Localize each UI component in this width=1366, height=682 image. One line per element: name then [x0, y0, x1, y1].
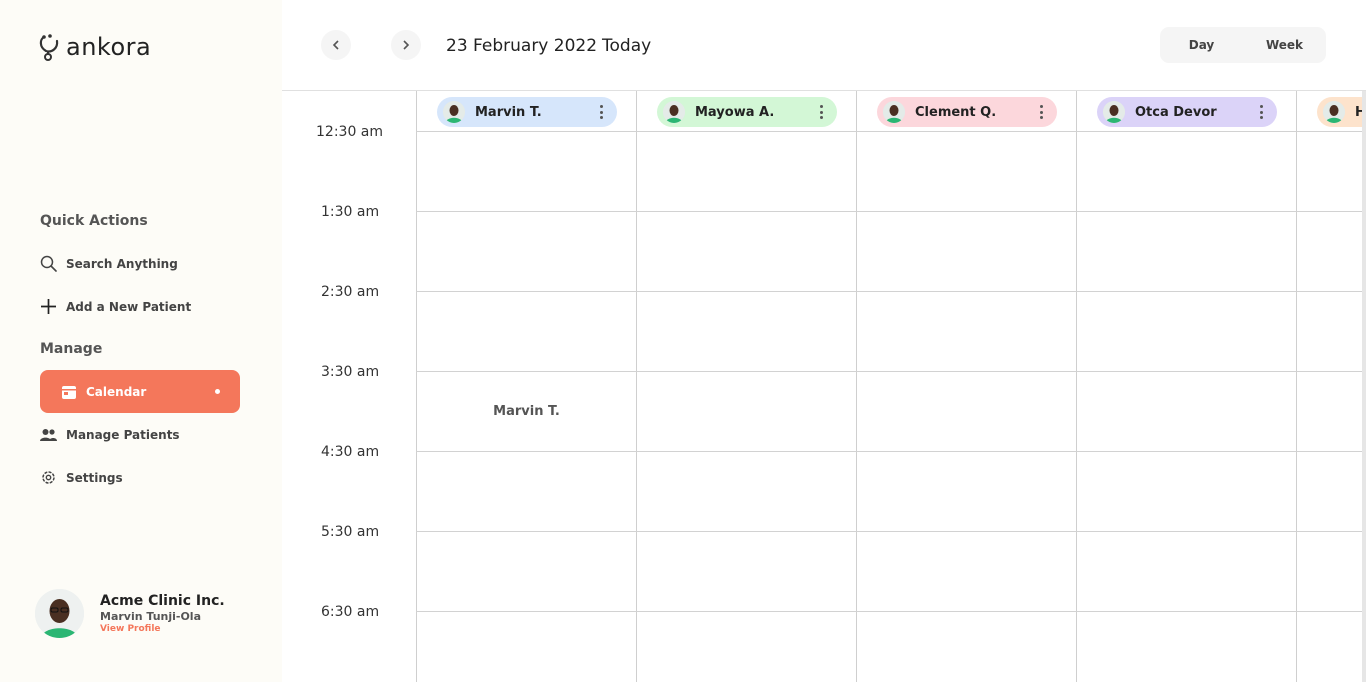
- avatar: [1103, 101, 1125, 123]
- vertical-scrollbar[interactable]: [1362, 91, 1366, 682]
- search-anything-action[interactable]: Search Anything: [40, 242, 240, 285]
- chevron-right-icon: [403, 40, 410, 50]
- more-options-icon[interactable]: [600, 105, 603, 119]
- week-view-button[interactable]: Week: [1243, 38, 1326, 52]
- active-indicator-dot: [215, 389, 220, 394]
- quick-actions-title: Quick Actions: [40, 213, 148, 229]
- sidebar-item-settings-label: Settings: [66, 470, 123, 485]
- clinic-name: Acme Clinic Inc.: [100, 593, 225, 609]
- sidebar-item-manage-patients[interactable]: Manage Patients: [40, 413, 240, 456]
- logo-text: ankora: [66, 33, 152, 61]
- doctor-column-header[interactable]: Otca Devor: [1097, 97, 1277, 127]
- plus-icon: [40, 298, 57, 315]
- appointment-event[interactable]: Marvin T.: [417, 371, 636, 451]
- time-label: 4:30 am: [321, 444, 380, 460]
- doctor-name: Marvin T.: [475, 104, 542, 120]
- time-label: 6:30 am: [321, 604, 380, 620]
- row-divider: [416, 451, 1366, 452]
- sidebar-item-manage-patients-label: Manage Patients: [66, 427, 180, 442]
- row-divider: [416, 611, 1366, 612]
- time-label: 3:30 am: [321, 364, 380, 380]
- user-name: Marvin Tunji-Ola: [100, 610, 202, 623]
- avatar: [1323, 101, 1345, 123]
- calendar-grid: 12:30 am 1:30 am 2:30 am 3:30 am 4:30 am…: [282, 90, 1366, 682]
- sidebar-item-calendar[interactable]: Calendar: [40, 370, 240, 413]
- more-options-icon[interactable]: [820, 105, 823, 119]
- calendar-icon: [60, 383, 77, 400]
- add-new-patient-action[interactable]: Add a New Patient: [40, 285, 240, 328]
- doctor-name: Clement Q.: [915, 104, 997, 120]
- manage-title: Manage: [40, 341, 103, 357]
- time-label: 5:30 am: [321, 524, 380, 540]
- logo[interactable]: ankora: [38, 33, 151, 61]
- time-label: 1:30 am: [321, 204, 380, 220]
- view-toggle: Day Week: [1160, 27, 1326, 63]
- doctor-column-header[interactable]: Marvin T.: [437, 97, 617, 127]
- doctor-name: Otca Devor: [1135, 104, 1217, 120]
- sidebar-item-settings[interactable]: Settings: [40, 456, 240, 499]
- header-divider: [416, 131, 1366, 132]
- day-view-button[interactable]: Day: [1160, 38, 1243, 52]
- sidebar-item-calendar-label: Calendar: [86, 384, 147, 399]
- avatar: [883, 101, 905, 123]
- users-icon: [40, 426, 57, 443]
- more-options-icon[interactable]: [1260, 105, 1263, 119]
- avatar: [663, 101, 685, 123]
- doctor-column-header[interactable]: Mayowa A.: [657, 97, 837, 127]
- doctor-column-header[interactable]: Clement Q.: [877, 97, 1057, 127]
- gear-icon: [40, 469, 57, 486]
- calendar-header: 23 February 2022 Today Day Week: [282, 0, 1366, 90]
- row-divider: [416, 531, 1366, 532]
- column-divider: [1076, 91, 1077, 682]
- search-anything-label: Search Anything: [66, 256, 178, 271]
- user-profile: Acme Clinic Inc. Marvin Tunji-Ola View P…: [35, 589, 225, 638]
- chevron-left-icon: [332, 40, 339, 50]
- more-options-icon[interactable]: [1040, 105, 1043, 119]
- stethoscope-logo-icon: [39, 34, 59, 61]
- current-date: 23 February 2022: [446, 36, 598, 56]
- add-new-patient-label: Add a New Patient: [66, 299, 192, 314]
- row-divider: [416, 291, 1366, 292]
- sidebar: ankora Quick Actions Search Anything Add…: [0, 0, 282, 682]
- avatar: [443, 101, 465, 123]
- time-label: 12:30 am: [316, 124, 384, 140]
- row-divider: [416, 211, 1366, 212]
- today-button[interactable]: Today: [602, 36, 651, 56]
- column-divider: [856, 91, 857, 682]
- next-day-button[interactable]: [391, 30, 421, 60]
- avatar: [35, 589, 84, 638]
- time-label: 2:30 am: [321, 284, 380, 300]
- search-icon: [40, 255, 57, 272]
- view-profile-link[interactable]: View Profile: [100, 624, 225, 634]
- column-divider: [1296, 91, 1297, 682]
- previous-day-button[interactable]: [321, 30, 351, 60]
- doctor-name: Mayowa A.: [695, 104, 775, 120]
- doctor-column-header[interactable]: H: [1317, 97, 1366, 127]
- column-divider: [636, 91, 637, 682]
